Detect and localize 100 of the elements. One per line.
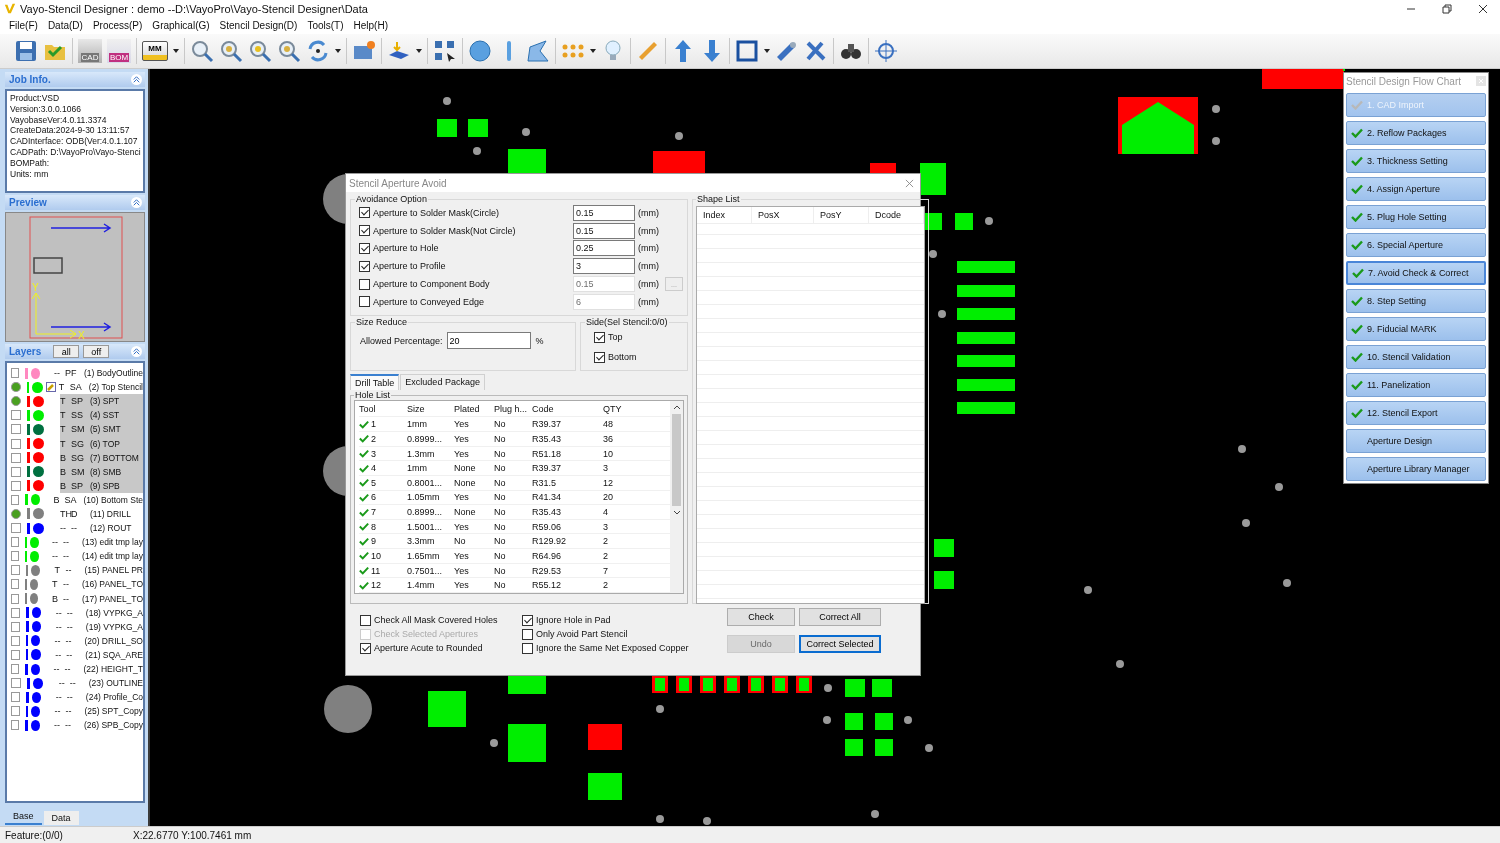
flow-step-button[interactable]: 9. Fiducial MARK <box>1346 317 1486 341</box>
visibility-checkbox[interactable] <box>11 565 20 576</box>
visibility-checkbox[interactable] <box>11 438 21 449</box>
scroll-down-icon[interactable] <box>672 510 681 515</box>
layer-name[interactable]: (3) SPT <box>90 396 120 407</box>
layer-name[interactable]: (22) HEIGHT_T <box>83 664 143 674</box>
save-icon[interactable] <box>14 39 38 63</box>
visibility-checkbox[interactable] <box>11 692 20 703</box>
visibility-checkbox[interactable] <box>11 466 21 477</box>
dialog-button[interactable]: Check <box>727 608 795 626</box>
flow-step-button[interactable]: 5. Plug Hole Setting <box>1346 205 1486 229</box>
menu-item[interactable]: Process(P) <box>87 20 148 31</box>
flow-step-button[interactable]: 10. Stencil Validation <box>1346 345 1486 369</box>
panel-tab[interactable]: Data <box>43 811 79 825</box>
grid-select-icon[interactable] <box>433 39 457 63</box>
checkbox[interactable] <box>522 628 533 640</box>
visibility-checkbox[interactable] <box>11 649 20 660</box>
layer-name[interactable]: (17) PANEL_TO <box>81 593 143 604</box>
percentage-field[interactable]: 20 <box>446 332 531 349</box>
column-header[interactable]: PosX <box>752 207 814 223</box>
layer-name[interactable]: (23) OUTLINE <box>88 678 143 689</box>
dropdown-arrow-icon[interactable] <box>335 49 341 53</box>
flow-step-button[interactable]: 4. Assign Aperture <box>1346 177 1486 201</box>
layer-name[interactable]: (26) SPB_Copy <box>83 720 143 731</box>
layer-name[interactable]: (25) SPT_Copy <box>84 706 143 717</box>
layer-name[interactable]: (14) edit tmp lay <box>82 551 143 562</box>
layer-name[interactable]: (16) PANEL_TO <box>81 579 143 590</box>
checkbox[interactable] <box>359 225 370 237</box>
flow-step-button[interactable]: 7. Avoid Check & Correct <box>1346 261 1486 285</box>
value-field[interactable]: 0.15 <box>573 204 635 221</box>
layer-name[interactable]: (19) VYPKG_A <box>85 621 143 632</box>
layer-name[interactable]: (4) SST <box>90 410 120 421</box>
visibility-checkbox[interactable] <box>11 480 21 491</box>
column-header[interactable]: Code <box>532 403 603 414</box>
column-header[interactable]: Dcode <box>869 207 924 223</box>
flow-step-button[interactable]: 3. Thickness Setting <box>1346 149 1486 173</box>
visible-dot-icon[interactable] <box>11 396 21 407</box>
rotate-icon[interactable] <box>306 39 330 63</box>
scrollbar[interactable] <box>670 401 683 593</box>
tab[interactable]: Excluded Package <box>400 374 485 390</box>
magnifier-icon[interactable] <box>248 39 272 63</box>
flow-step-button[interactable]: 12. Stencil Export <box>1346 401 1486 425</box>
value-field[interactable]: 0.15 <box>573 222 635 239</box>
menu-item[interactable]: Graphical(G) <box>147 20 215 31</box>
layer-name[interactable]: (1) BodyOutline <box>83 368 143 379</box>
unit-button[interactable]: MM <box>142 41 168 61</box>
layer-name[interactable]: (18) VYPKG_A <box>85 607 143 618</box>
checkbox[interactable] <box>359 207 370 219</box>
checkbox[interactable] <box>359 260 370 272</box>
column-header[interactable]: Plated <box>454 403 494 414</box>
flow-step-button[interactable]: Aperture Design <box>1346 429 1486 453</box>
visibility-checkbox[interactable] <box>11 410 21 421</box>
visibility-checkbox[interactable] <box>11 368 20 379</box>
layer-name[interactable]: (21) SQA_ARE <box>85 649 143 660</box>
visibility-checkbox[interactable] <box>11 593 19 604</box>
bom-icon[interactable]: BOM <box>107 39 131 63</box>
layer-name[interactable]: (20) DRILL_SO <box>84 635 143 646</box>
square-icon[interactable] <box>735 39 759 63</box>
layer-name[interactable]: (10) Bottom Ste <box>83 494 143 505</box>
visibility-checkbox[interactable] <box>11 494 20 505</box>
layer-name[interactable]: (9) SPB <box>90 480 120 491</box>
layer-row-highlight[interactable]: T SG (6) TOP <box>60 436 143 451</box>
checkbox[interactable] <box>522 642 533 654</box>
checkbox[interactable] <box>522 614 533 626</box>
visibility-checkbox[interactable] <box>11 635 20 646</box>
column-header[interactable]: PosY <box>814 207 869 223</box>
column-header[interactable]: Size <box>407 403 454 414</box>
collapse-icon[interactable] <box>131 74 142 85</box>
layer-row-highlight[interactable]: T SP (3) SPT <box>60 394 143 409</box>
visibility-checkbox[interactable] <box>11 607 20 618</box>
visibility-checkbox[interactable] <box>11 537 19 548</box>
cad-icon[interactable]: CAD <box>78 39 102 63</box>
menu-item[interactable]: Tools(T) <box>302 20 349 31</box>
polygon-icon[interactable] <box>526 39 550 63</box>
checkbox[interactable] <box>594 351 605 363</box>
visibility-checkbox[interactable] <box>11 452 21 463</box>
dropdown-arrow-icon[interactable] <box>590 49 596 53</box>
dropdown-arrow-icon[interactable] <box>764 49 770 53</box>
flow-step-button[interactable]: 8. Step Setting <box>1346 289 1486 313</box>
restore-icon[interactable] <box>1442 3 1452 14</box>
layer-name[interactable]: (2) Top Stencil <box>88 382 143 393</box>
menu-item[interactable]: File(F) <box>4 20 43 31</box>
menu-item[interactable]: Help(H) <box>348 20 393 31</box>
layer-name[interactable]: (6) TOP <box>90 438 120 449</box>
dropdown-arrow-icon[interactable] <box>173 49 179 53</box>
visibility-checkbox[interactable] <box>11 720 20 731</box>
checkbox[interactable] <box>360 614 371 626</box>
visibility-checkbox[interactable] <box>11 579 19 590</box>
visibility-checkbox[interactable] <box>11 706 20 717</box>
checkbox[interactable] <box>360 642 371 654</box>
flow-step-button[interactable]: 11. Panelization <box>1346 373 1486 397</box>
visibility-checkbox[interactable] <box>11 678 21 689</box>
scroll-up-icon[interactable] <box>672 405 681 410</box>
layer-row-highlight[interactable]: T SM (5) SMT <box>60 422 143 437</box>
visibility-checkbox[interactable] <box>11 551 19 562</box>
dropdown-arrow-icon[interactable] <box>416 49 422 53</box>
column-header[interactable]: Index <box>697 207 752 223</box>
close-icon[interactable] <box>1478 3 1488 14</box>
layer-row-highlight[interactable]: T SS (4) SST <box>60 408 143 423</box>
magnifier-icon[interactable] <box>277 39 301 63</box>
